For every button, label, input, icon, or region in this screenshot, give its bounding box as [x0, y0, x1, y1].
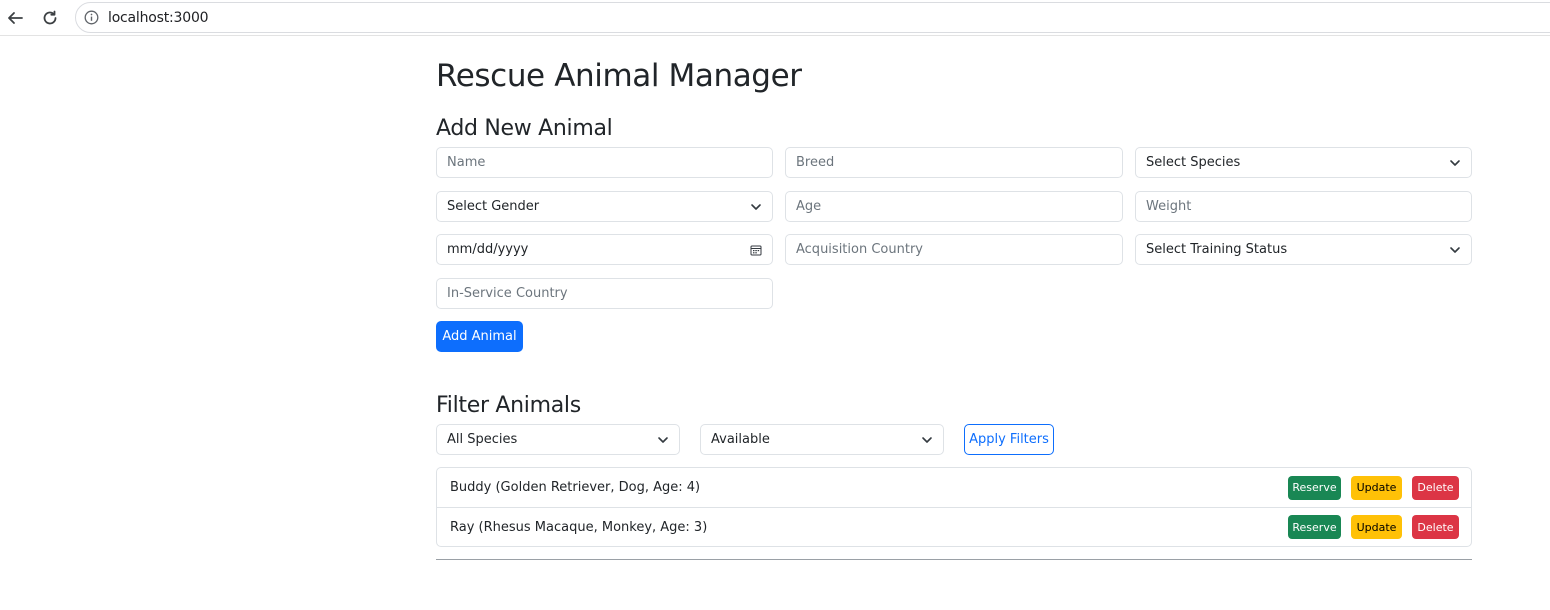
calendar-icon[interactable]: [750, 244, 762, 256]
name-input[interactable]: Name: [436, 147, 773, 178]
chevron-down-icon: [1449, 157, 1461, 169]
row-actions: Reserve Update Delete: [1288, 515, 1459, 539]
training-status-value: Select Training Status: [1146, 242, 1288, 257]
filter-species-value: All Species: [447, 432, 518, 447]
acquisition-country-input[interactable]: Acquisition Country: [785, 234, 1123, 265]
age-input[interactable]: Age: [785, 191, 1123, 222]
chevron-down-icon: [750, 201, 762, 213]
animal-label: Ray (Rhesus Macaque, Monkey, Age: 3): [450, 519, 708, 535]
back-button[interactable]: [2, 5, 28, 31]
gender-select-value: Select Gender: [447, 199, 540, 214]
age-placeholder: Age: [796, 199, 822, 214]
reserve-button[interactable]: Reserve: [1288, 475, 1341, 500]
species-select[interactable]: Select Species: [1135, 147, 1472, 178]
address-bar[interactable]: localhost:3000: [75, 2, 1550, 33]
apply-filters-button[interactable]: Apply Filters: [964, 424, 1054, 455]
in-service-country-placeholder: In-Service Country: [447, 286, 568, 301]
weight-placeholder: Weight: [1146, 199, 1192, 214]
browser-toolbar: localhost:3000: [0, 0, 1550, 36]
filter-status-select[interactable]: Available: [700, 424, 944, 455]
divider: [436, 559, 1472, 560]
filter-status-value: Available: [711, 432, 770, 447]
chevron-down-icon: [1449, 244, 1461, 256]
filter-animals-heading: Filter Animals: [436, 393, 581, 418]
acquisition-date-input[interactable]: mm/dd/yyyy: [436, 234, 773, 265]
acquisition-country-placeholder: Acquisition Country: [796, 242, 923, 257]
list-item: Ray (Rhesus Macaque, Monkey, Age: 3) Res…: [437, 507, 1471, 546]
list-item: Buddy (Golden Retriever, Dog, Age: 4) Re…: [437, 468, 1471, 507]
animal-list: Buddy (Golden Retriever, Dog, Age: 4) Re…: [436, 467, 1472, 547]
row-actions: Reserve Update Delete: [1288, 475, 1459, 500]
reload-icon: [43, 10, 57, 25]
update-button[interactable]: Update: [1351, 475, 1402, 500]
breed-input[interactable]: Breed: [785, 147, 1123, 178]
breed-placeholder: Breed: [796, 155, 835, 170]
reserve-button[interactable]: Reserve: [1288, 515, 1341, 539]
reload-button[interactable]: [37, 5, 63, 31]
chevron-down-icon: [921, 434, 933, 446]
site-info-icon[interactable]: [83, 10, 99, 26]
gender-select[interactable]: Select Gender: [436, 191, 773, 222]
species-select-value: Select Species: [1146, 155, 1241, 170]
filter-species-select[interactable]: All Species: [436, 424, 680, 455]
date-placeholder: mm/dd/yyyy: [447, 242, 529, 257]
update-button[interactable]: Update: [1351, 515, 1402, 539]
delete-button[interactable]: Delete: [1412, 475, 1459, 500]
in-service-country-input[interactable]: In-Service Country: [436, 278, 773, 309]
delete-button[interactable]: Delete: [1412, 515, 1459, 539]
chevron-down-icon: [657, 434, 669, 446]
url-text: localhost:3000: [108, 9, 209, 26]
add-animal-button[interactable]: Add Animal: [436, 321, 523, 352]
add-animal-heading: Add New Animal: [436, 116, 613, 141]
weight-input[interactable]: Weight: [1135, 191, 1472, 222]
animal-label: Buddy (Golden Retriever, Dog, Age: 4): [450, 480, 701, 495]
back-arrow-icon: [8, 12, 23, 24]
name-placeholder: Name: [447, 155, 486, 170]
training-status-select[interactable]: Select Training Status: [1135, 234, 1472, 265]
page-title: Rescue Animal Manager: [436, 58, 802, 94]
